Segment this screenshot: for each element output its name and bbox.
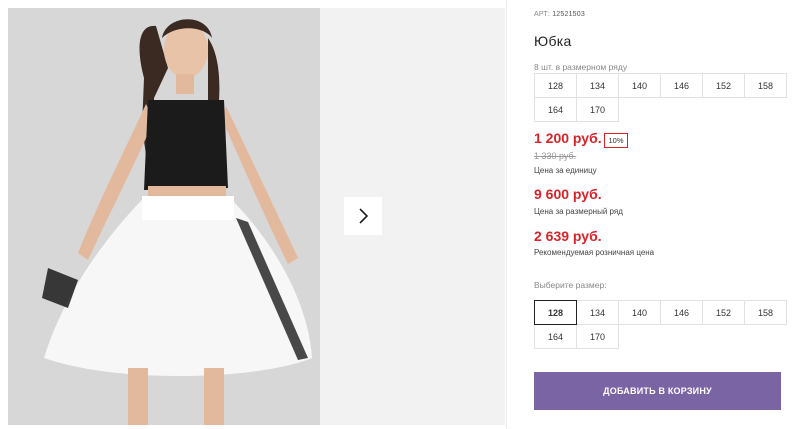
pack-size-cell: 164	[534, 97, 577, 122]
pack-size-cell: 128	[534, 73, 577, 98]
pack-size-cell: 146	[660, 73, 703, 98]
product-title: Юбка	[534, 33, 572, 49]
column-divider	[506, 0, 507, 429]
pack-size-cell: 158	[744, 73, 787, 98]
product-info: АРТ: 12521503 Юбка 8 шт. в размерном ряд…	[534, 0, 796, 429]
pack-size-grid: 128 134 140 146 152 158 164 170	[534, 73, 787, 122]
pack-size-cell: 152	[702, 73, 745, 98]
pack-size-cell: 134	[576, 73, 619, 98]
pack-note: 8 шт. в размерном ряду	[534, 62, 628, 72]
size-option-selected[interactable]: 128	[534, 300, 577, 325]
size-option[interactable]: 170	[576, 324, 619, 349]
discount-badge: 10%	[604, 133, 628, 148]
sku: АРТ: 12521503	[534, 11, 585, 18]
size-selector: 128 134 140 146 152 158 164 170	[534, 300, 787, 349]
sku-value: 12521503	[552, 11, 585, 18]
product-photo[interactable]	[8, 8, 320, 425]
rrp-price-label: Рекомендуемая розничная цена	[534, 248, 655, 257]
product-photo-image	[8, 8, 320, 425]
size-option[interactable]: 164	[534, 324, 577, 349]
size-option[interactable]: 140	[618, 300, 661, 325]
unit-price: 1 200 руб.	[534, 130, 602, 146]
size-select-label: Выберите размер:	[534, 280, 607, 290]
pack-size-cell: 140	[618, 73, 661, 98]
add-to-cart-button[interactable]: ДОБАВИТЬ В КОРЗИНУ	[534, 372, 781, 410]
unit-price-label: Цена за единицу	[534, 166, 597, 175]
size-option[interactable]: 158	[744, 300, 787, 325]
gallery-next-button[interactable]	[344, 197, 382, 235]
size-option[interactable]: 146	[660, 300, 703, 325]
pack-price: 9 600 руб.	[534, 186, 602, 202]
pack-price-label: Цена за размерный ряд	[534, 207, 623, 216]
size-option[interactable]: 152	[702, 300, 745, 325]
old-price: 1 330 руб.	[534, 151, 577, 161]
sku-label: АРТ:	[534, 11, 551, 18]
pack-size-cell: 170	[576, 97, 619, 122]
chevron-right-icon	[359, 208, 369, 224]
rrp-price: 2 639 руб.	[534, 228, 602, 244]
size-option[interactable]: 134	[576, 300, 619, 325]
product-gallery	[0, 0, 507, 429]
